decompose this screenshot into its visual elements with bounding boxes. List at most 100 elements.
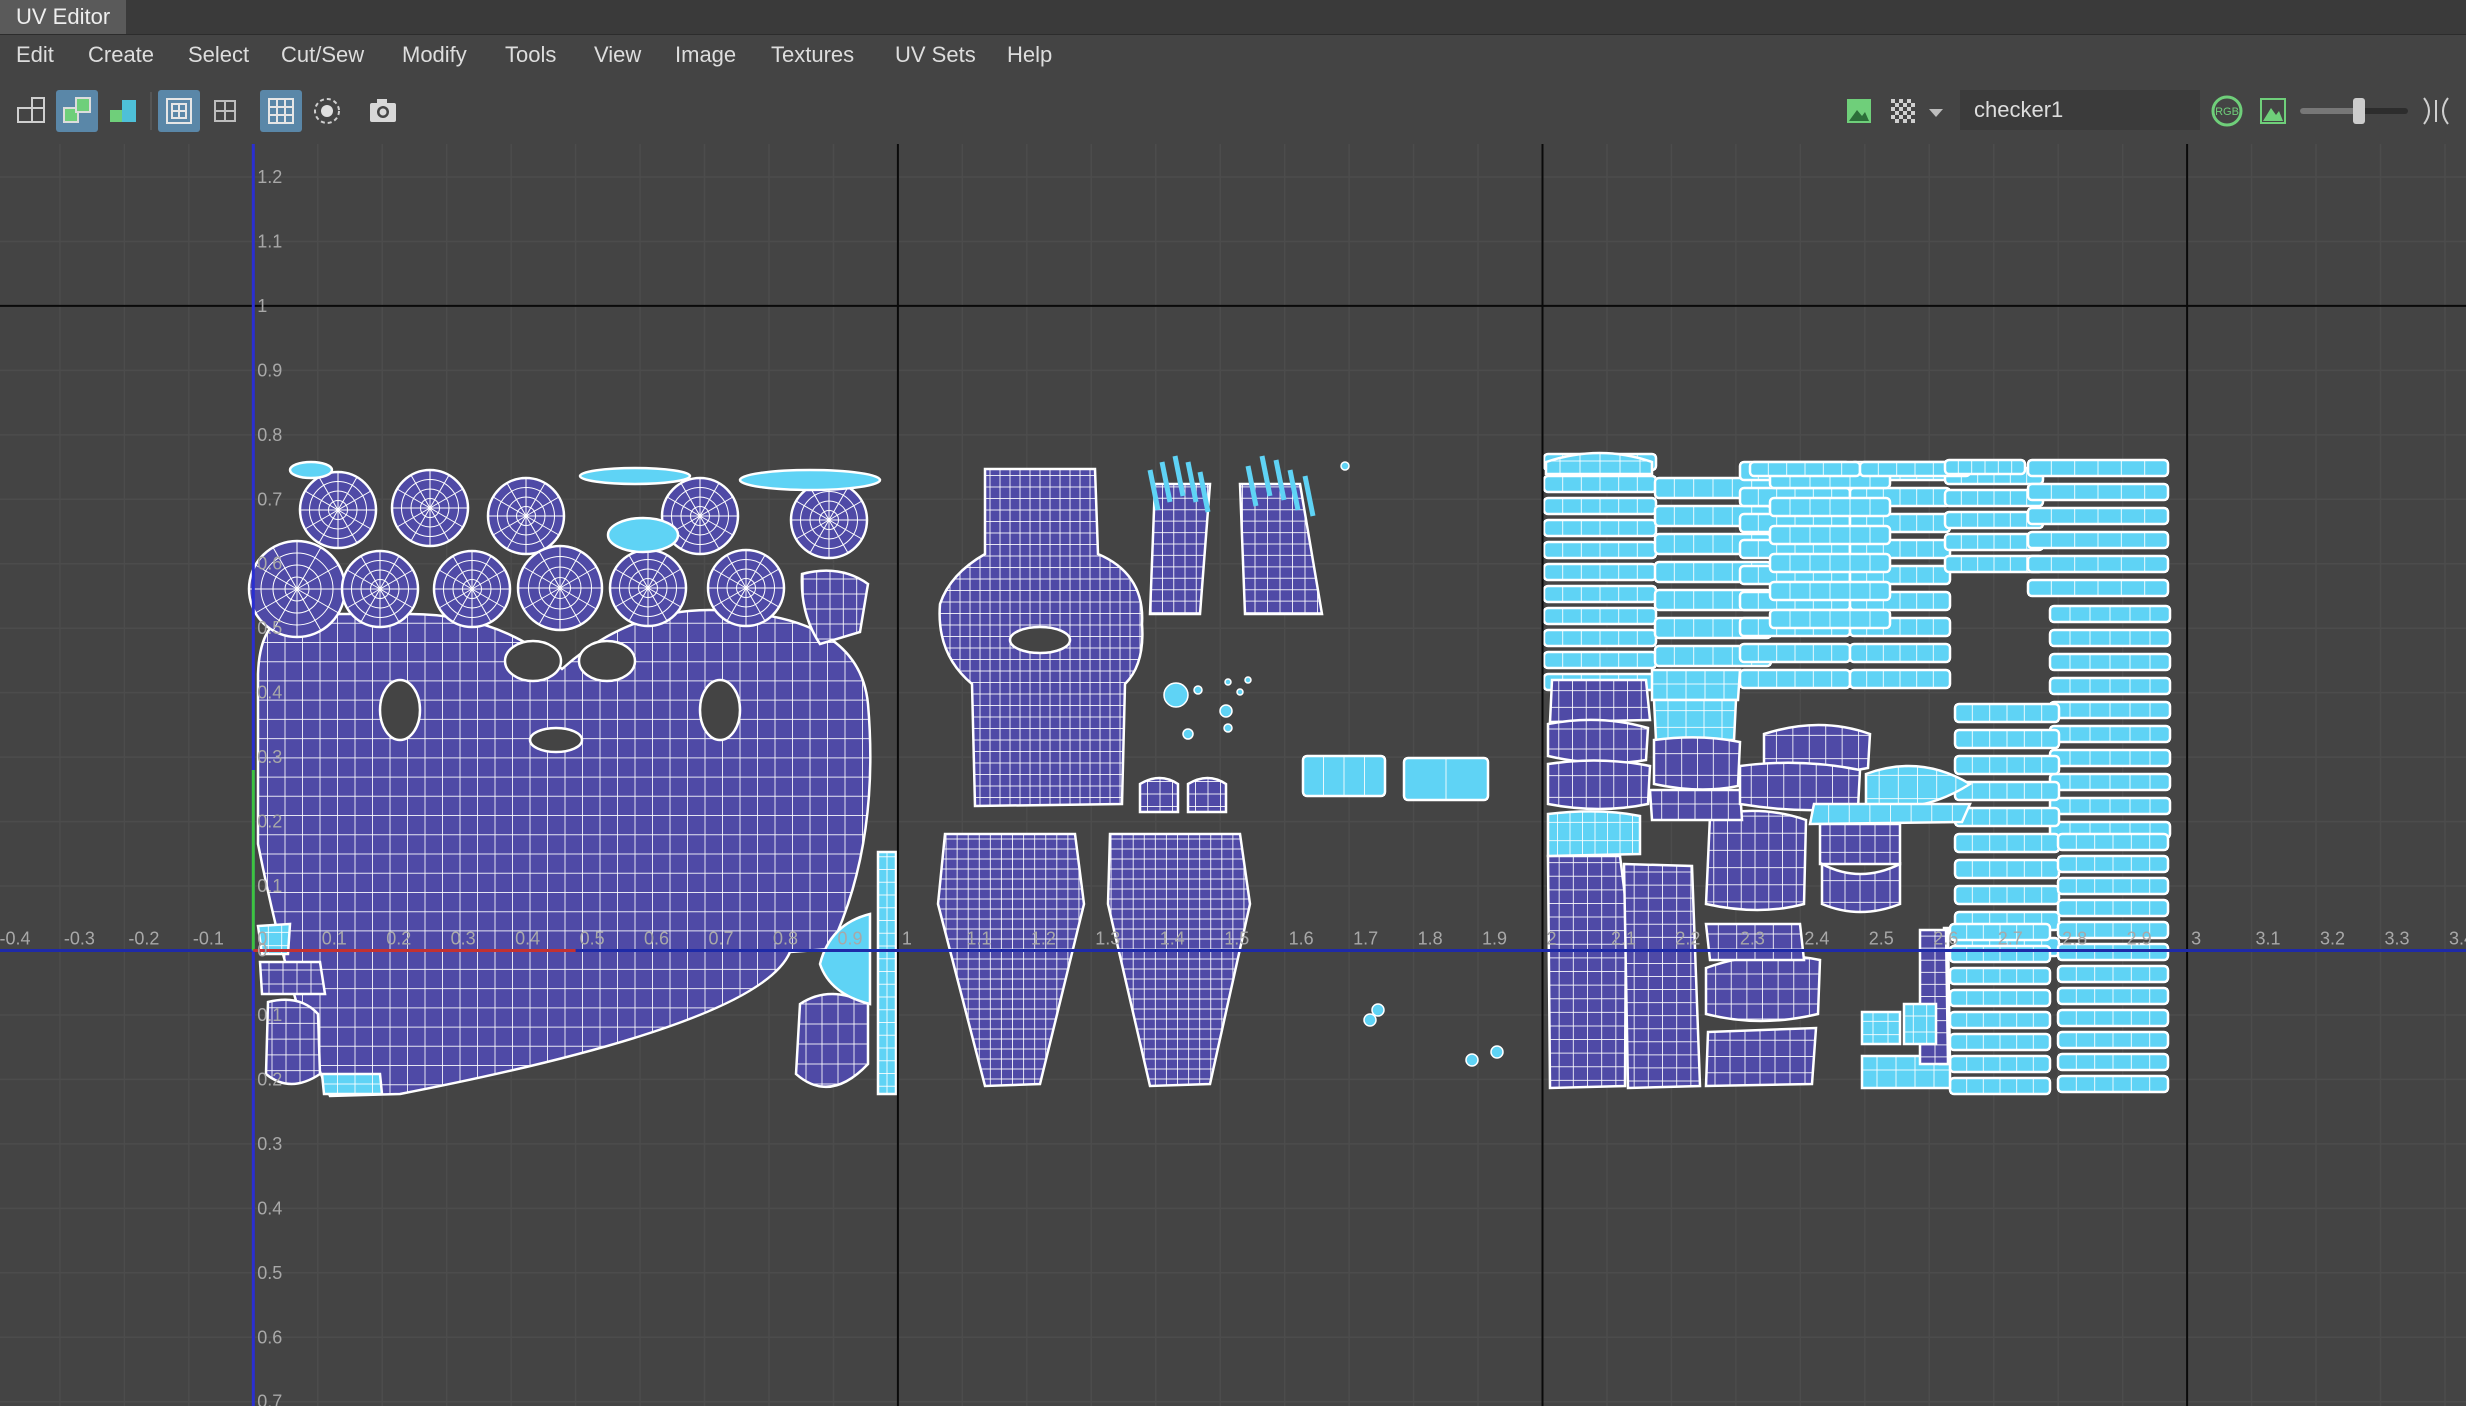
uv-shell[interactable] — [2026, 458, 2170, 478]
uv-shell[interactable] — [2048, 724, 2172, 744]
menu-create[interactable]: Create — [86, 35, 156, 75]
uv-shell[interactable] — [2056, 1074, 2170, 1094]
uv-select-shell-icon[interactable] — [56, 90, 98, 132]
exposure-slider-handle[interactable] — [2353, 98, 2366, 124]
menu-view[interactable]: View — [592, 35, 643, 75]
uv-shell[interactable] — [1948, 1076, 2052, 1096]
dropdown-arrow-icon[interactable] — [1924, 90, 1948, 132]
uv-shell[interactable] — [2056, 1052, 2170, 1072]
uv-shell[interactable] — [2056, 1008, 2170, 1028]
window-title[interactable]: UV Editor — [0, 0, 127, 34]
uv-shell[interactable] — [1768, 524, 1892, 546]
uv-shell[interactable] — [1768, 552, 1892, 574]
uv-shell[interactable] — [2048, 700, 2172, 720]
uv-canvas[interactable]: -0.4 -0.3 -0.2 -0.1 0 0.1 0.2 0.3 0.4 0.5 0.6 0.7 0.… — [0, 144, 2466, 1406]
uv-shell[interactable] — [1542, 540, 1658, 560]
uv-shell[interactable] — [789, 480, 869, 560]
menu-modify[interactable]: Modify — [400, 35, 469, 75]
uv-shell[interactable] — [1645, 784, 1745, 824]
checker-icon[interactable] — [1882, 90, 1924, 132]
uv-select-face-icon[interactable] — [102, 90, 144, 132]
uv-shell[interactable] — [1815, 819, 1905, 869]
uv-shell[interactable] — [1953, 754, 2061, 776]
uv-shell[interactable] — [2048, 748, 2172, 768]
uv-shell[interactable] — [1953, 858, 2061, 880]
uv-shell[interactable] — [2056, 964, 2170, 984]
uv-shell[interactable] — [706, 548, 786, 628]
uv-shell[interactable] — [1542, 628, 1658, 648]
uv-shell[interactable] — [1943, 458, 2027, 476]
uv-shell[interactable] — [1848, 642, 1952, 664]
uv-shell[interactable] — [1953, 806, 2061, 828]
uv-shell[interactable] — [2056, 1030, 2170, 1050]
uv-shell[interactable] — [516, 544, 604, 632]
uv-shell[interactable] — [2056, 898, 2170, 918]
isolate-select-icon[interactable] — [158, 90, 200, 132]
menu-select[interactable]: Select — [186, 35, 251, 75]
uv-shell[interactable] — [1542, 584, 1658, 604]
uv-shell[interactable] — [288, 460, 334, 480]
uv-shell[interactable] — [1545, 849, 1630, 1094]
uv-shell[interactable] — [1768, 496, 1892, 518]
uv-shell[interactable] — [1953, 884, 2061, 906]
uv-shell[interactable] — [2056, 832, 2170, 852]
uv-shell[interactable] — [1542, 650, 1658, 670]
uv-shell[interactable] — [1768, 608, 1892, 630]
rgb-channel-icon[interactable]: RGB — [2206, 90, 2248, 132]
uv-shell[interactable] — [390, 468, 470, 548]
uv-shell[interactable] — [578, 466, 692, 486]
uv-shell[interactable] — [1948, 1010, 2052, 1030]
menu-textures[interactable]: Textures — [769, 35, 856, 75]
menu-edit[interactable]: Edit — [14, 35, 56, 75]
menu-cut-sew[interactable]: Cut/Sew — [279, 35, 366, 75]
uv-shell[interactable] — [1542, 518, 1658, 538]
uv-shell[interactable] — [608, 548, 688, 628]
uv-shell[interactable] — [1948, 1054, 2052, 1074]
uv-shell[interactable] — [1648, 664, 1743, 704]
uv-shell[interactable] — [2048, 676, 2172, 696]
uv-shell[interactable] — [1301, 754, 1387, 798]
menu-image[interactable]: Image — [673, 35, 738, 75]
uv-shell[interactable] — [2026, 578, 2170, 598]
texture-name-field[interactable]: checker1 — [1960, 90, 2200, 130]
uv-shell[interactable] — [2048, 604, 2172, 624]
uv-shell[interactable] — [1948, 1032, 2052, 1052]
snap-target-icon[interactable] — [306, 90, 348, 132]
uv-shell[interactable] — [738, 468, 882, 492]
uv-shell[interactable] — [1748, 460, 1862, 478]
menu-uv-sets[interactable]: UV Sets — [893, 35, 978, 75]
uv-shell[interactable] — [2056, 876, 2170, 896]
uv-shell[interactable] — [486, 476, 566, 556]
uv-shell[interactable] — [1650, 732, 1745, 797]
uv-shell[interactable] — [2048, 772, 2172, 792]
uv-shell[interactable] — [1953, 702, 2061, 724]
uv-shell[interactable] — [1900, 1000, 1940, 1048]
uv-shell[interactable] — [1948, 966, 2052, 986]
snapshot-icon[interactable] — [362, 90, 404, 132]
uv-shell[interactable] — [1700, 1024, 1820, 1089]
uv-shell[interactable] — [1953, 832, 2061, 854]
uv-shell[interactable] — [1738, 668, 1852, 690]
uv-shell[interactable] — [255, 956, 327, 998]
uv-shell[interactable] — [298, 470, 378, 550]
exposure-icon[interactable] — [2416, 90, 2456, 132]
uv-shell[interactable] — [1738, 642, 1852, 664]
uv-shell[interactable] — [1545, 674, 1655, 724]
image-icon[interactable] — [1838, 90, 1880, 132]
uv-shell[interactable] — [1953, 728, 2061, 750]
grid-view-icon[interactable] — [204, 90, 246, 132]
uv-shell[interactable] — [2048, 796, 2172, 816]
uv-shell[interactable] — [2048, 628, 2172, 648]
uv-shell-icon[interactable] — [10, 90, 52, 132]
uv-shell[interactable] — [340, 549, 420, 629]
uv-shell[interactable] — [2026, 530, 2170, 550]
uv-shell[interactable] — [2056, 854, 2170, 874]
uv-shell[interactable] — [2026, 554, 2170, 574]
uv-shell[interactable] — [2026, 482, 2170, 502]
uv-shell[interactable] — [606, 516, 680, 554]
uv-shell[interactable] — [2056, 986, 2170, 1006]
uv-shell[interactable] — [1620, 859, 1705, 1094]
uv-shell[interactable] — [1542, 496, 1658, 516]
menu-help[interactable]: Help — [1005, 35, 1054, 75]
menu-tools[interactable]: Tools — [503, 35, 558, 75]
